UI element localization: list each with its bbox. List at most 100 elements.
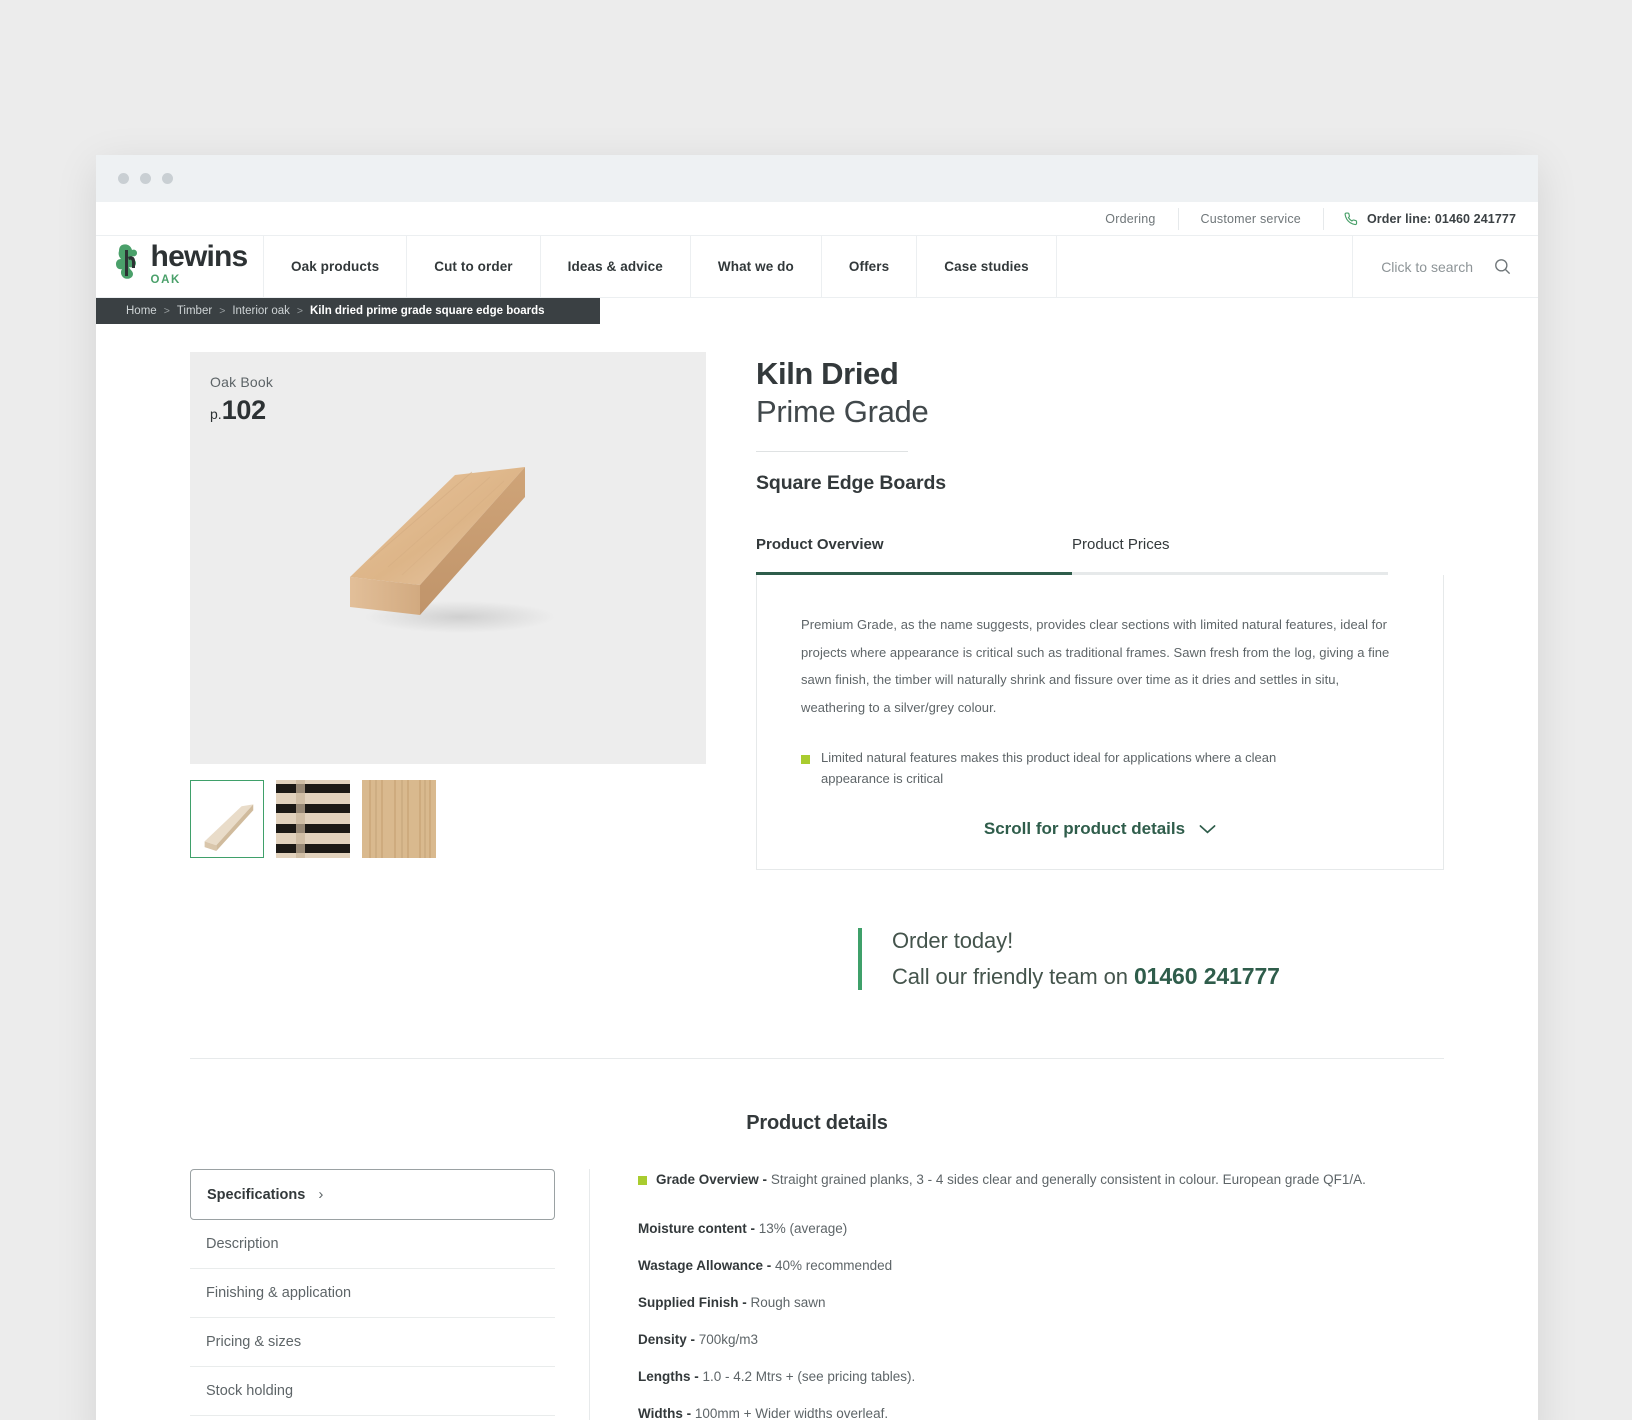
bullet-square-icon — [638, 1176, 647, 1186]
spec-label: Widths - — [638, 1406, 695, 1420]
hewins-leaf-logo-icon — [115, 244, 137, 280]
window-maximize-dot[interactable] — [162, 173, 173, 184]
breadcrumb: Home > Timber > Interior oak > Kiln drie… — [96, 298, 600, 324]
accordion-label-specifications: Specifications — [207, 1186, 306, 1203]
product-gallery: Oak Book p. 102 — [190, 352, 706, 990]
utility-bar: Ordering Customer service Order line: 01… — [96, 202, 1538, 236]
nav-item-offers[interactable]: Offers — [822, 236, 918, 297]
page-prefix: p. — [210, 406, 222, 422]
nav-item-cut-to-order[interactable]: Cut to order — [407, 236, 541, 297]
oak-book-reference: Oak Book p. 102 — [210, 374, 273, 426]
spec-value: Rough sawn — [750, 1295, 826, 1311]
thumbnail-oak-grain-image — [362, 780, 436, 858]
grade-overview: Grade Overview - Straight grained planks… — [638, 1169, 1444, 1191]
spec-value: 1.0 - 4.2 Mtrs + (see pricing tables). — [702, 1369, 916, 1385]
product-details-heading: Product details — [746, 1112, 888, 1135]
phone-icon — [1344, 211, 1358, 225]
callout-line1: Order today! — [892, 928, 1014, 954]
callout-line2: Call our friendly team on 01460 241777 — [892, 963, 1280, 990]
spec-moisture-content: Moisture content - 13% (average) — [638, 1221, 1444, 1236]
window-minimize-dot[interactable] — [140, 173, 151, 184]
page-number: 102 — [221, 395, 266, 425]
spec-value: 100mm + Wider widths overleaf. — [694, 1406, 889, 1420]
tab-product-prices[interactable]: Product Prices — [1072, 536, 1388, 575]
thumbnail-stacked-boards[interactable] — [276, 780, 350, 858]
thumbnail-plank[interactable] — [190, 780, 264, 858]
utility-link-customer-service[interactable]: Customer service — [1179, 209, 1323, 229]
spec-lengths: Lengths - 1.0 - 4.2 Mtrs + (see pricing … — [638, 1369, 1444, 1384]
accordion-item-delivery[interactable]: Delivery — [190, 1416, 555, 1420]
logo-name: hewins — [150, 240, 249, 274]
utility-link-ordering[interactable]: Ordering — [1083, 209, 1177, 229]
chevron-right-icon: › — [318, 1186, 324, 1204]
grade-overview-text: Straight grained planks, 3 - 4 sides cle… — [770, 1172, 1366, 1188]
product-title-line2: Prime Grade — [756, 394, 929, 429]
grade-overview-label: Grade Overview - — [656, 1172, 771, 1188]
nav-item-what-we-do[interactable]: What we do — [691, 236, 822, 297]
scroll-for-details-button[interactable]: Scroll for product details — [801, 819, 1399, 839]
breadcrumb-separator: > — [163, 305, 170, 317]
browser-titlebar — [96, 155, 1538, 202]
spec-value: 13% (average) — [758, 1221, 848, 1237]
search-icon[interactable] — [1493, 257, 1512, 276]
bullet-square-icon — [801, 755, 810, 765]
breadcrumb-item-timber[interactable]: Timber — [177, 305, 212, 317]
details-accordion: Specifications › Description Finishing &… — [190, 1169, 590, 1420]
product-details-body: Specifications › Description Finishing &… — [96, 1169, 1538, 1420]
breadcrumb-current: Kiln dried prime grade square edge board… — [310, 305, 545, 317]
order-line-text: Order line: 01460 241777 — [1366, 211, 1516, 226]
nav-spacer — [1057, 236, 1354, 297]
overview-paragraph: Premium Grade, as the name suggests, pro… — [801, 617, 1390, 715]
callout-phone-number[interactable]: 01460 241777 — [1134, 963, 1280, 989]
main-navigation: hewins OAK Oak products Cut to order Ide… — [96, 236, 1538, 298]
breadcrumb-separator: > — [296, 305, 303, 317]
overview-bullet: Limited natural features makes this prod… — [801, 747, 1399, 789]
product-overview-panel: Premium Grade, as the name suggests, pro… — [756, 575, 1444, 871]
product-title-line1: Kiln Dried — [756, 356, 899, 391]
tab-product-overview[interactable]: Product Overview — [756, 536, 1072, 575]
logo-subtitle: OAK — [150, 273, 181, 286]
breadcrumb-separator: > — [219, 305, 226, 317]
breadcrumb-item-home[interactable]: Home — [126, 305, 157, 317]
overview-bullet-text: Limited natural features makes this prod… — [821, 750, 1277, 787]
order-line[interactable]: Order line: 01460 241777 — [1324, 212, 1538, 226]
accordion-item-specifications[interactable]: Specifications › — [190, 1169, 555, 1221]
product-hero: Oak Book p. 102 Kiln Dried Prime Grade S… — [190, 324, 1444, 991]
accordion-item-description[interactable]: Description — [190, 1220, 555, 1270]
product-subtitle: Square Edge Boards — [756, 472, 947, 494]
title-divider — [756, 451, 908, 452]
screenshot-root: Ordering Customer service Order line: 01… — [0, 0, 1632, 1420]
product-info: Kiln Dried Prime Grade Square Edge Board… — [756, 352, 1444, 991]
accordion-item-pricing-sizes[interactable]: Pricing & sizes — [190, 1318, 555, 1368]
thumbnail-oak-grain[interactable] — [362, 780, 436, 858]
spec-density: Density - 700kg/m3 — [638, 1332, 1444, 1347]
window-close-dot[interactable] — [118, 173, 129, 184]
spec-label: Moisture content - — [638, 1221, 759, 1237]
product-main-image[interactable]: Oak Book p. 102 — [190, 352, 706, 764]
logo[interactable]: hewins OAK — [96, 236, 264, 297]
product-tabs: Product Overview Product Prices — [756, 536, 1444, 575]
browser-window: Ordering Customer service Order line: 01… — [96, 155, 1538, 1420]
nav-item-oak-products[interactable]: Oak products — [264, 236, 408, 297]
oak-plank-image — [350, 467, 555, 633]
thumbnail-plank-image — [204, 804, 254, 852]
accordion-item-finishing-application[interactable]: Finishing & application — [190, 1269, 555, 1319]
nav-item-ideas-advice[interactable]: Ideas & advice — [541, 236, 691, 297]
specifications-content: Grade Overview - Straight grained planks… — [590, 1169, 1444, 1420]
search-box[interactable]: Click to search — [1353, 236, 1538, 297]
page-content: Oak Book p. 102 Kiln Dried Prime Grade S… — [96, 324, 1538, 991]
breadcrumb-item-interior-oak[interactable]: Interior oak — [232, 305, 290, 317]
order-today-callout: Order today! Call our friendly team on 0… — [756, 928, 1444, 991]
spec-label: Density - — [638, 1332, 699, 1348]
callout-accent-bar — [858, 928, 862, 991]
thumbnail-stacked-boards-image — [276, 780, 350, 858]
scroll-for-details-label: Scroll for product details — [983, 819, 1186, 839]
spec-widths: Widths - 100mm + Wider widths overleaf. — [638, 1406, 1444, 1420]
accordion-item-stock-holding[interactable]: Stock holding — [190, 1367, 555, 1417]
oak-book-label: Oak Book — [210, 374, 274, 390]
callout-call-text: Call our friendly team on — [892, 964, 1134, 990]
nav-item-case-studies[interactable]: Case studies — [917, 236, 1057, 297]
spec-label: Lengths - — [638, 1369, 703, 1385]
spec-label: Supplied Finish - — [638, 1295, 751, 1311]
search-placeholder: Click to search — [1381, 258, 1473, 275]
